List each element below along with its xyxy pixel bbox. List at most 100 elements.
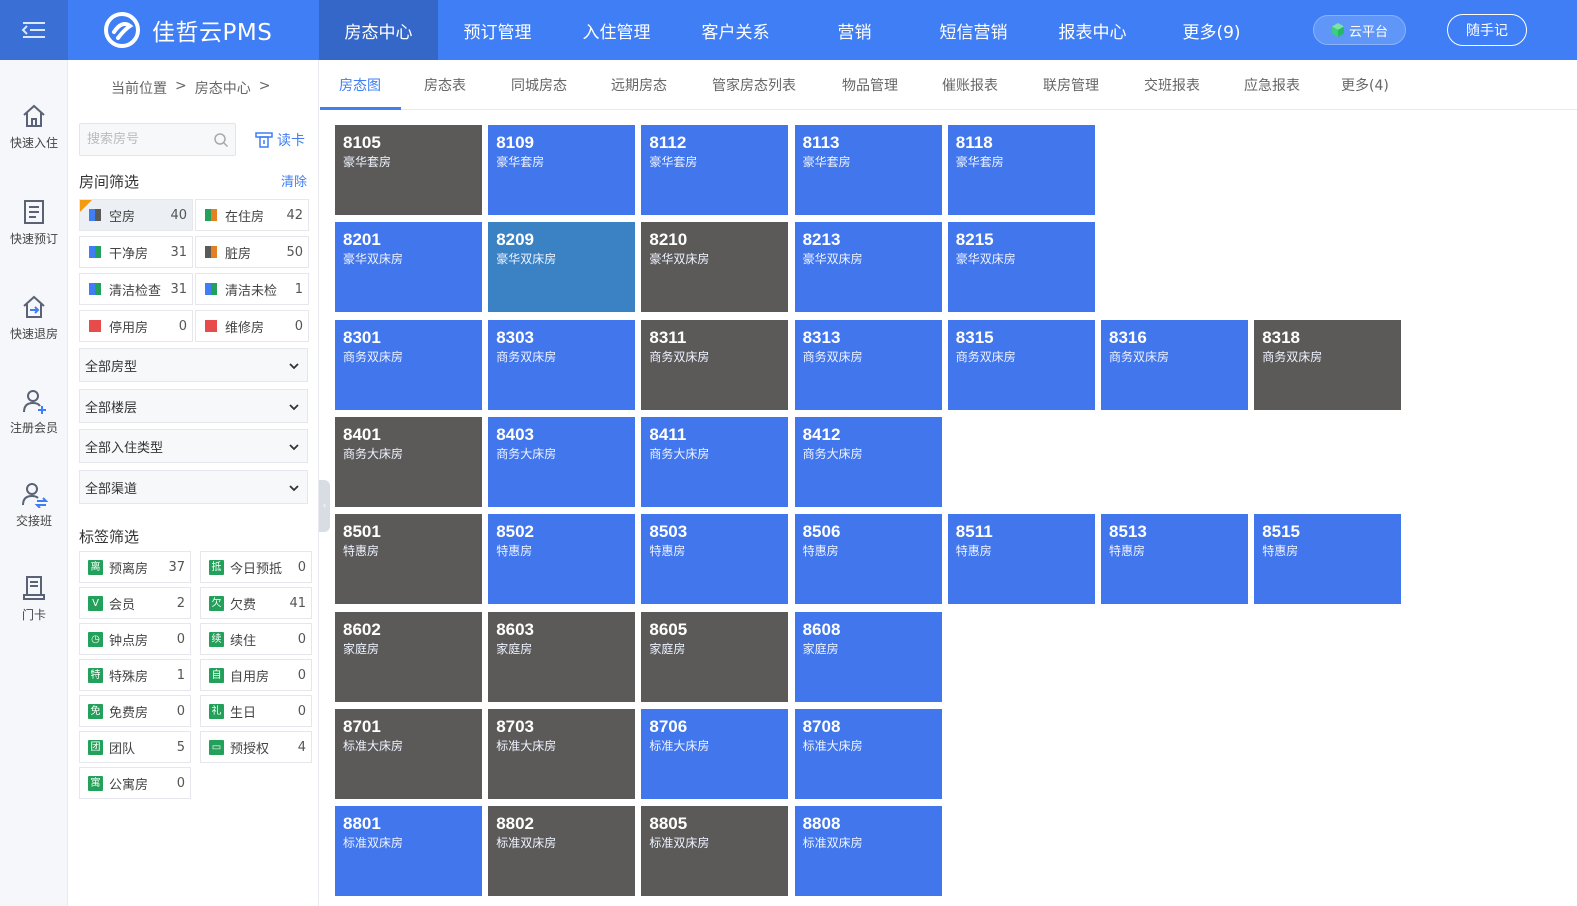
topnav-item-4[interactable]: 营销 <box>795 0 914 60</box>
room-tile[interactable]: 8118 豪华套房 <box>947 125 1095 215</box>
subnav-tab-5[interactable]: 物品管理 <box>842 60 898 110</box>
room-tile[interactable]: 8105 豪华套房 <box>335 125 482 215</box>
room-tile[interactable]: 8113 豪华套房 <box>794 125 942 215</box>
tag-filter-item[interactable]: 欠欠费 41 <box>200 587 312 619</box>
room-filter-item[interactable]: 空房 40 <box>79 199 193 231</box>
room-tile[interactable]: 8801 标准双床房 <box>335 806 482 897</box>
rail-item-2[interactable]: 快速退房 <box>0 293 68 342</box>
room-search-input[interactable] <box>80 124 205 155</box>
room-tile[interactable]: 8808 标准双床房 <box>794 806 942 897</box>
rail-item-0[interactable]: 快速入住 <box>0 102 68 151</box>
tag-filter-item[interactable]: 抵今日预抵 0 <box>200 551 312 583</box>
room-tile[interactable]: 8503 特惠房 <box>641 514 789 605</box>
room-tile[interactable]: 8210 豪华双床房 <box>641 222 789 313</box>
room-tile[interactable]: 8502 特惠房 <box>488 514 636 605</box>
tag-filter-item[interactable]: V 会员 2 <box>79 587 191 619</box>
room-tile[interactable]: 8318 商务双床房 <box>1254 319 1402 410</box>
room-tile[interactable]: 8311 商务双床房 <box>641 319 789 410</box>
subnav-tab-8[interactable]: 交班报表 <box>1144 60 1200 110</box>
tag-filter-item[interactable]: 礼生日 0 <box>200 695 312 727</box>
room-tile[interactable]: 8109 豪华套房 <box>488 125 636 215</box>
rail-item-3[interactable]: 注册会员 <box>0 387 68 436</box>
room-tile[interactable]: 8112 豪华套房 <box>641 125 789 215</box>
cloud-platform-button[interactable]: 云平台 <box>1313 15 1406 45</box>
room-tile[interactable]: 8501 特惠房 <box>335 514 482 605</box>
subnav-tab-2[interactable]: 同城房态 <box>511 60 567 110</box>
room-tile[interactable]: 8213 豪华双床房 <box>794 222 942 313</box>
subnav-tab-7[interactable]: 联房管理 <box>1043 60 1099 110</box>
room-tile[interactable]: 8602 家庭房 <box>335 611 482 702</box>
subnav-tab-1[interactable]: 房态表 <box>424 60 466 110</box>
read-card-button[interactable]: 读卡 <box>255 130 305 150</box>
rail-item-1[interactable]: 快速预订 <box>0 198 68 247</box>
breadcrumb-current[interactable]: 房态中心 <box>195 78 251 98</box>
search-icon[interactable] <box>213 132 229 148</box>
room-tile[interactable]: 8403 商务大床房 <box>488 416 636 507</box>
room-filter-item[interactable]: 脏房 50 <box>195 236 309 268</box>
tag-filter-item[interactable]: 特特殊房 1 <box>79 659 191 691</box>
room-tile[interactable]: 8802 标准双床房 <box>488 806 636 897</box>
room-type-select[interactable]: 全部房型 <box>79 348 308 382</box>
room-tile[interactable]: 8411 商务大床房 <box>641 416 789 507</box>
room-tile[interactable]: 8209 豪华双床房 <box>488 222 636 313</box>
notes-button[interactable]: 随手记 <box>1447 14 1527 46</box>
room-tile[interactable]: 8201 豪华双床房 <box>335 222 482 313</box>
room-filter-item[interactable]: 清洁未检 1 <box>195 273 309 305</box>
tag-filter-item[interactable]: 团团队 5 <box>79 731 191 763</box>
room-tile[interactable]: 8215 豪华双床房 <box>947 222 1095 313</box>
tag-filter-item[interactable]: 续续住 0 <box>200 623 312 655</box>
room-tile[interactable]: 8605 家庭房 <box>641 611 789 702</box>
tag-filter-item[interactable]: 免免费房 0 <box>79 695 191 727</box>
room-tile[interactable]: 8303 商务双床房 <box>488 319 636 410</box>
room-tile[interactable]: 8511 特惠房 <box>947 514 1095 605</box>
rail-item-4[interactable]: 交接班 <box>0 480 68 529</box>
room-filter-item[interactable]: 停用房 0 <box>79 310 193 342</box>
room-filter-item[interactable]: 在住房 42 <box>195 199 309 231</box>
room-tile[interactable]: 8608 家庭房 <box>794 611 942 702</box>
topnav-item-5[interactable]: 短信营销 <box>914 0 1033 60</box>
room-tile[interactable]: 8401 商务大床房 <box>335 416 482 507</box>
tag-filter-item[interactable]: ◷ 钟点房 0 <box>79 623 191 655</box>
topnav-item-7[interactable]: 更多(9) <box>1152 0 1271 60</box>
room-tile[interactable]: 8412 商务大床房 <box>794 416 942 507</box>
topnav-item-6[interactable]: 报表中心 <box>1033 0 1152 60</box>
checkin-type-select[interactable]: 全部入住类型 <box>79 429 308 463</box>
floor-select[interactable]: 全部楼层 <box>79 389 308 423</box>
room-tile[interactable]: 8703 标准大床房 <box>488 708 636 799</box>
room-tile[interactable]: 8706 标准大床房 <box>641 708 789 799</box>
room-tile[interactable]: 8805 标准双床房 <box>641 806 789 897</box>
room-tile[interactable]: 8603 家庭房 <box>488 611 636 702</box>
subnav-tab-4[interactable]: 管家房态列表 <box>712 60 796 110</box>
topnav-item-3[interactable]: 客户关系 <box>676 0 795 60</box>
room-tile[interactable]: 8708 标准大床房 <box>794 708 942 799</box>
channel-select[interactable]: 全部渠道 <box>79 470 308 504</box>
tag-filter-item[interactable]: 离预离房 37 <box>79 551 191 583</box>
tag-filter-item[interactable]: 自自用房 0 <box>200 659 312 691</box>
panel-collapse-handle[interactable]: ‹ <box>319 480 330 532</box>
subnav-tab-9[interactable]: 应急报表 <box>1244 60 1300 110</box>
room-tile[interactable]: 8315 商务双床房 <box>947 319 1095 410</box>
topnav-item-2[interactable]: 入住管理 <box>557 0 676 60</box>
rail-item-5[interactable]: 门卡 <box>0 574 68 623</box>
room-tile[interactable]: 8506 特惠房 <box>794 514 942 605</box>
room-tile[interactable]: 8513 特惠房 <box>1101 514 1248 605</box>
subnav-tab-0[interactable]: 房态图 <box>339 60 381 110</box>
room-number: 8513 <box>1109 522 1147 542</box>
room-filter-item[interactable]: 干净房 31 <box>79 236 193 268</box>
room-tile[interactable]: 8701 标准大床房 <box>335 708 482 799</box>
subnav-tab-10[interactable]: 更多(4) <box>1341 60 1389 110</box>
room-tile[interactable]: 8316 商务双床房 <box>1101 319 1248 410</box>
menu-toggle-button[interactable] <box>0 0 68 60</box>
room-filter-item[interactable]: 清洁检查 31 <box>79 273 193 305</box>
subnav-tab-6[interactable]: 催账报表 <box>942 60 998 110</box>
subnav-tab-3[interactable]: 远期房态 <box>611 60 667 110</box>
tag-filter-item[interactable]: 寓公寓房 0 <box>79 767 191 799</box>
room-tile[interactable]: 8515 特惠房 <box>1254 514 1402 605</box>
clear-filter-link[interactable]: 清除 <box>281 171 307 190</box>
room-filter-item[interactable]: 维修房 0 <box>195 310 309 342</box>
tag-filter-item[interactable]: ▭ 预授权 4 <box>200 731 312 763</box>
topnav-item-1[interactable]: 预订管理 <box>438 0 557 60</box>
topnav-item-0[interactable]: 房态中心 <box>319 0 438 60</box>
room-tile[interactable]: 8301 商务双床房 <box>335 319 482 410</box>
room-tile[interactable]: 8313 商务双床房 <box>794 319 942 410</box>
